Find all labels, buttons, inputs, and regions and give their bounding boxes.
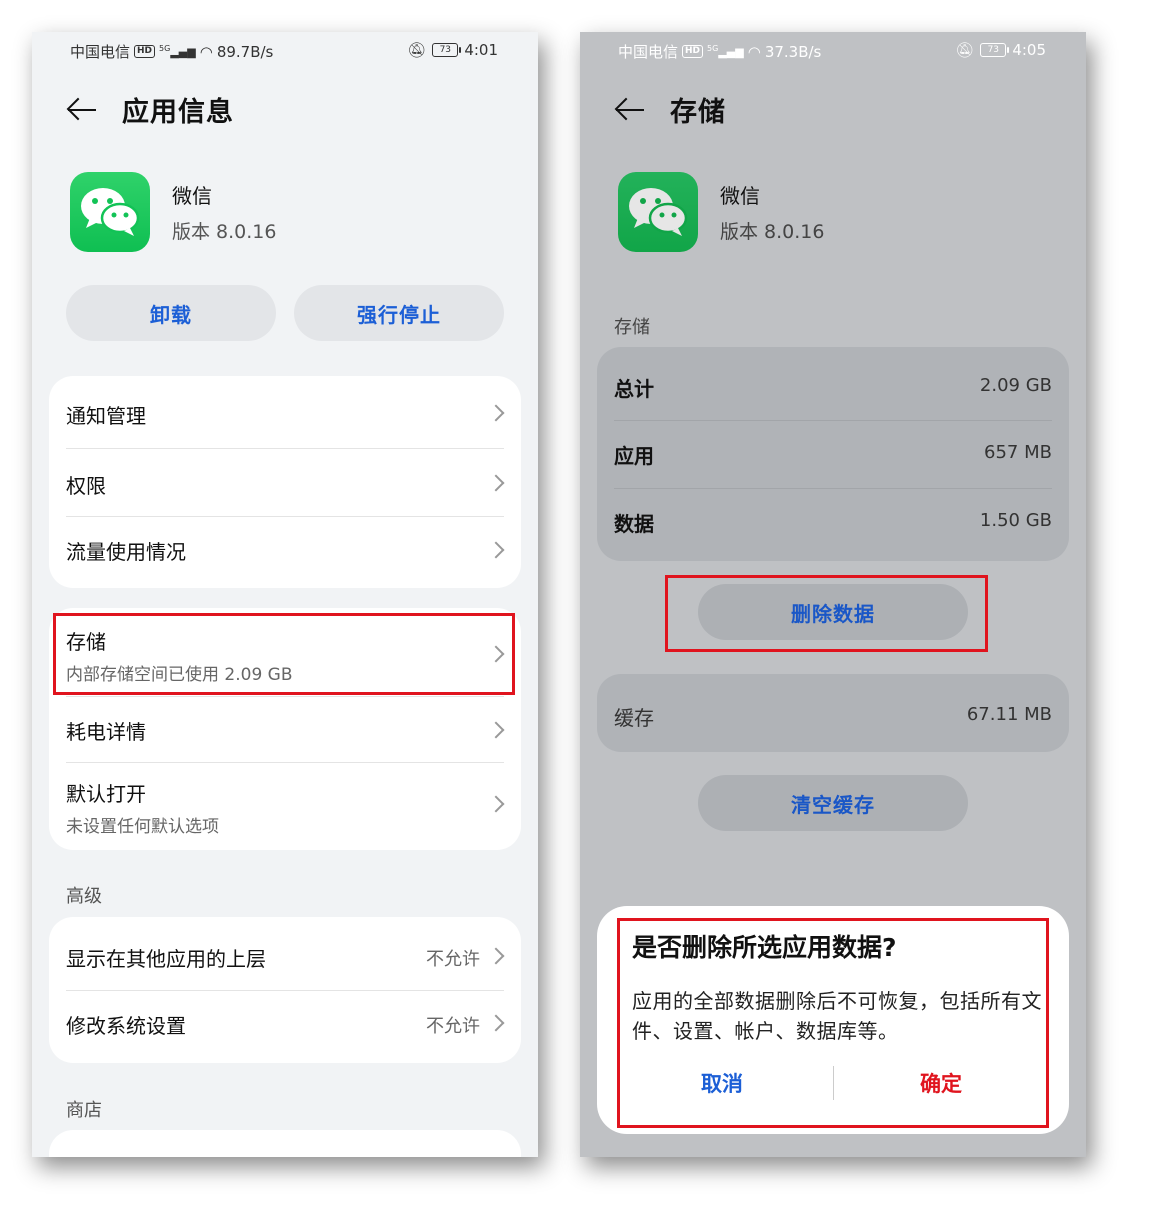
uninstall-button[interactable]: 卸载 — [66, 285, 276, 341]
cache-label: 缓存 — [614, 706, 654, 730]
app-header: 微信 版本 8.0.16 — [70, 172, 276, 252]
storage-summary-card: 总计 2.09 GB 应用 657 MB 数据 1.50 GB — [597, 347, 1069, 561]
chevron-right-icon — [487, 474, 505, 492]
status-bar: 中国电信 HD 5G▂▄▆ ◠ 89.7B/s 🔕︎ 73 4:01 — [32, 32, 538, 66]
app-version: 版本 8.0.16 — [720, 221, 825, 243]
title-bar: 存储 — [614, 90, 726, 129]
chevron-right-icon — [487, 1014, 505, 1032]
battery-icon: 73 — [432, 43, 462, 57]
network-type: 5G — [707, 44, 719, 54]
hd-icon: HD — [682, 45, 704, 58]
highlight-box-storage — [53, 613, 515, 695]
list-item-label: 默认打开 — [66, 782, 146, 806]
app-version: 版本 8.0.16 — [172, 221, 277, 243]
hd-icon: HD — [134, 45, 156, 58]
wechat-logo-icon — [618, 172, 698, 252]
list-item-label: 修改系统设置 — [66, 1014, 186, 1038]
signal-icon: 5G▂▄▆ — [707, 44, 744, 59]
chevron-right-icon — [487, 721, 505, 739]
force-stop-button[interactable]: 强行停止 — [294, 285, 504, 341]
clock: 4:01 — [464, 41, 498, 59]
wifi-icon: ◠ — [199, 42, 213, 61]
wifi-icon: ◠ — [747, 42, 761, 61]
list-item-label: 权限 — [66, 474, 106, 498]
chevron-right-icon — [487, 541, 505, 559]
app-info-screen: 中国电信 HD 5G▂▄▆ ◠ 89.7B/s 🔕︎ 73 4:01 应用信息 — [32, 32, 538, 1157]
chevron-right-icon — [487, 404, 505, 422]
page-title: 存储 — [670, 97, 726, 128]
chevron-right-icon — [487, 795, 505, 813]
settings-group-1: 通知管理 权限 流量使用情况 — [49, 376, 521, 588]
list-item-battery-usage[interactable]: 耗电详情 — [66, 696, 505, 763]
clear-cache-button[interactable]: 清空缓存 — [698, 775, 968, 831]
storage-row-app: 应用 657 MB — [614, 420, 1052, 489]
list-item-notifications[interactable]: 通知管理 — [66, 376, 505, 449]
back-arrow-icon[interactable] — [66, 94, 98, 126]
back-arrow-icon[interactable] — [614, 94, 646, 126]
storage-row-value: 2.09 GB — [979, 375, 1052, 396]
list-item-data-usage[interactable]: 流量使用情况 — [66, 516, 505, 588]
network-speed: 37.3B/s — [764, 42, 822, 61]
list-item-value: 不允许 — [426, 949, 480, 970]
cache-card: 缓存 67.11 MB — [597, 674, 1069, 752]
section-header-advanced: 高级 — [66, 886, 102, 907]
carrier-label: 中国电信 — [70, 43, 131, 61]
chevron-right-icon — [487, 947, 505, 965]
mute-icon: 🔕︎ — [955, 41, 975, 59]
list-item-modify-system-settings[interactable]: 修改系统设置 不允许 — [66, 990, 505, 1063]
clock: 4:05 — [1012, 41, 1046, 59]
storage-row-label: 总计 — [614, 377, 654, 401]
storage-row-total: 总计 2.09 GB — [614, 347, 1052, 421]
app-name: 微信 — [172, 184, 212, 208]
battery-level: 73 — [987, 45, 1000, 55]
storage-row-data: 数据 1.50 GB — [614, 488, 1052, 561]
list-item-value: 不允许 — [426, 1016, 480, 1037]
section-header-storage: 存储 — [614, 317, 650, 338]
signal-icon: 5G▂▄▆ — [159, 44, 196, 59]
network-type: 5G — [159, 44, 171, 54]
carrier-label: 中国电信 — [618, 43, 679, 61]
default-open-text: 未设置任何默认选项 — [66, 817, 219, 837]
storage-screen: 中国电信 HD 5G▂▄▆ ◠ 37.3B/s 🔕︎ 73 4:05 存储 微信… — [580, 32, 1086, 1157]
storage-row-label: 应用 — [614, 444, 654, 468]
storage-row-value: 657 MB — [984, 442, 1052, 463]
list-item-label: 通知管理 — [66, 404, 146, 428]
list-item-open-by-default[interactable]: 默认打开 未设置任何默认选项 — [66, 762, 505, 850]
app-name: 微信 — [720, 184, 760, 208]
highlight-box-delete-data — [665, 575, 988, 652]
list-item-display-over-apps[interactable]: 显示在其他应用的上层 不允许 — [66, 917, 505, 991]
storage-row-label: 数据 — [614, 512, 654, 536]
wechat-logo-icon — [70, 172, 150, 252]
highlight-box-dialog — [617, 918, 1049, 1128]
battery-icon: 73 — [980, 43, 1010, 57]
list-item-permissions[interactable]: 权限 — [66, 448, 505, 517]
settings-group-advanced: 显示在其他应用的上层 不允许 修改系统设置 不允许 — [49, 917, 521, 1063]
storage-row-value: 1.50 GB — [979, 510, 1052, 531]
mute-icon: 🔕︎ — [407, 41, 427, 59]
network-speed: 89.7B/s — [216, 42, 274, 61]
page-title: 应用信息 — [122, 97, 234, 128]
cache-row: 缓存 67.11 MB — [614, 674, 1052, 752]
settings-group-store — [49, 1130, 521, 1157]
list-item-label: 流量使用情况 — [66, 540, 186, 564]
list-item-label: 耗电详情 — [66, 720, 146, 744]
list-item-label: 显示在其他应用的上层 — [66, 947, 266, 971]
title-bar: 应用信息 — [66, 90, 234, 129]
cache-value: 67.11 MB — [966, 704, 1052, 725]
status-bar: 中国电信 HD 5G▂▄▆ ◠ 37.3B/s 🔕︎ 73 4:05 — [580, 32, 1086, 66]
section-header-store: 商店 — [66, 1100, 102, 1121]
app-header: 微信 版本 8.0.16 — [618, 172, 824, 252]
battery-level: 73 — [439, 45, 452, 55]
